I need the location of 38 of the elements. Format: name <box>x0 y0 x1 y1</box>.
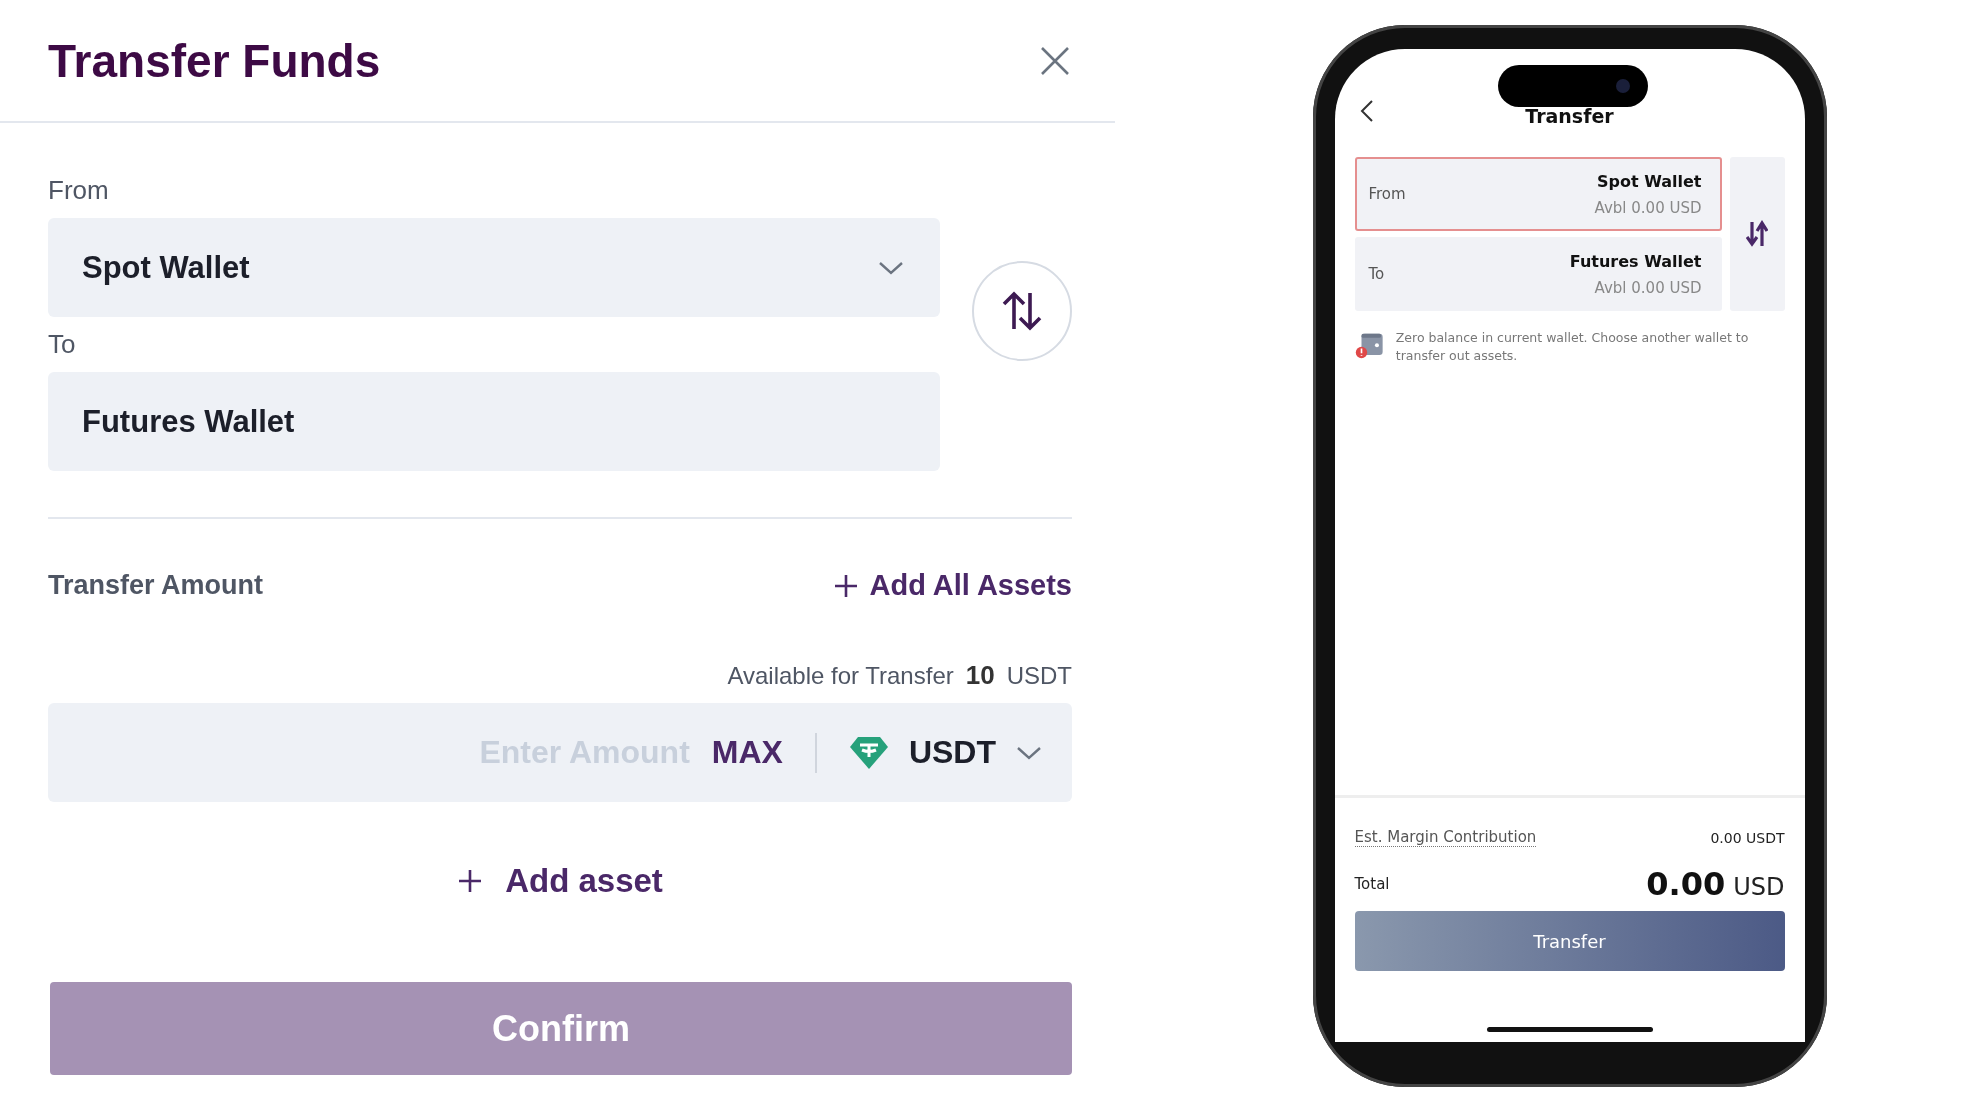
available-unit: USDT <box>1006 662 1072 690</box>
transfer-amount-label: Transfer Amount <box>48 570 264 601</box>
available-value: 10 <box>965 660 995 691</box>
wallet-card[interactable]: From Spot Wallet Avbl 0.00 USD <box>1354 157 1722 231</box>
from-select[interactable]: Spot Wallet <box>48 218 940 317</box>
wallet-card[interactable]: To Futures Wallet Avbl 0.00 USD <box>1354 237 1722 311</box>
wallet-label: From <box>1368 185 1406 203</box>
plus-icon <box>833 572 860 599</box>
warning-text: Zero balance in current wallet. Choose another wallet to transfer out assets. <box>1395 329 1750 364</box>
total-unit: USD <box>1733 873 1785 901</box>
max-button[interactable]: MAX <box>711 734 783 771</box>
wallet-name: Spot Wallet <box>1596 171 1702 191</box>
from-label: From <box>48 175 110 206</box>
screen-title: Transfer <box>1525 105 1614 129</box>
available-label: Available for Transfer <box>727 662 954 690</box>
total-label: Total <box>1354 875 1390 893</box>
swap-button[interactable] <box>1729 157 1785 311</box>
back-icon[interactable] <box>1359 99 1374 123</box>
wallet-label: To <box>1368 265 1385 283</box>
plus-icon <box>457 868 484 894</box>
diamond-token-icon <box>848 734 889 771</box>
swap-icon <box>1746 220 1768 248</box>
to-select[interactable]: Futures Wallet <box>48 372 940 471</box>
dialog-title: Transfer Funds <box>48 33 381 88</box>
add-asset-link[interactable]: Add asset <box>457 862 663 900</box>
close-icon[interactable] <box>1040 45 1070 76</box>
total-value: 0.00 <box>1646 865 1726 903</box>
margin-contribution-value: 0.00 USDT <box>1710 829 1785 846</box>
chevron-down-icon[interactable] <box>1016 744 1042 761</box>
wallet-balance: Avbl 0.00 USD <box>1594 278 1702 297</box>
transfer-button[interactable]: Transfer <box>1354 911 1785 971</box>
add-all-assets-link[interactable]: Add All Assets <box>833 569 1072 602</box>
margin-contribution-label: Est. Margin Contribution <box>1354 828 1537 847</box>
wallet-balance: Avbl 0.00 USD <box>1594 198 1702 217</box>
asset-select[interactable]: USDT <box>908 734 996 771</box>
wallet-name: Futures Wallet <box>1569 251 1702 271</box>
to-label: To <box>48 329 77 360</box>
chevron-down-icon <box>878 259 904 276</box>
